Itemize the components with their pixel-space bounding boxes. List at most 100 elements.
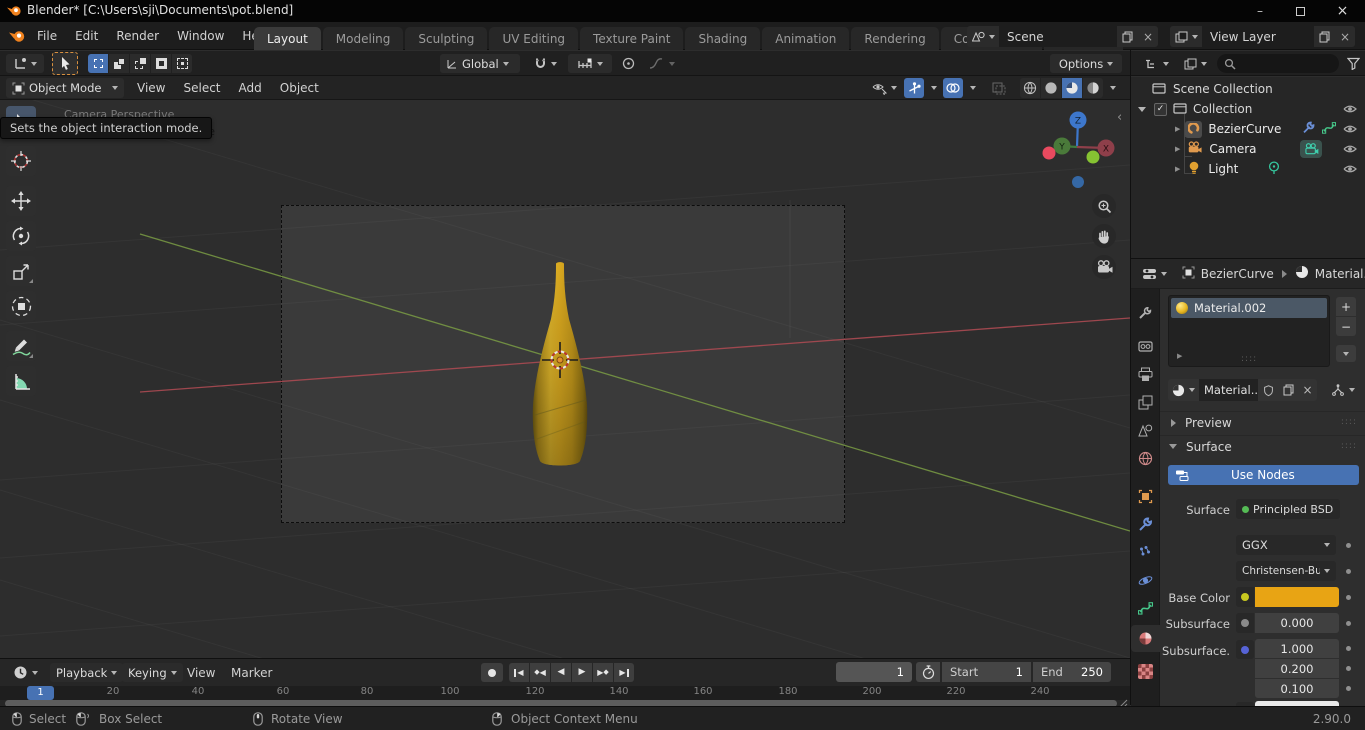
end-frame-field[interactable]: End 250 xyxy=(1033,662,1111,682)
outliner-row-camera[interactable]: ▶ Camera xyxy=(1131,139,1365,159)
slot-list-grip[interactable]: :::: xyxy=(1241,357,1257,362)
subsurface-input-socket-button[interactable] xyxy=(1236,613,1254,633)
eye-icon[interactable] xyxy=(1343,164,1357,174)
viewport-pan-button[interactable] xyxy=(1092,224,1116,248)
timeline-ruler[interactable]: 20 40 60 80 100 120 140 160 180 200 220 … xyxy=(0,686,1130,700)
viewport-menu-object[interactable]: Object xyxy=(271,76,328,100)
radius-y-field[interactable]: 0.200 xyxy=(1255,659,1339,678)
outliner-display-mode-dropdown[interactable] xyxy=(1177,54,1213,73)
use-preview-range-button[interactable] xyxy=(916,662,940,682)
area-divider[interactable] xyxy=(1130,50,1131,705)
preview-panel-header[interactable]: Preview :::: xyxy=(1160,411,1365,433)
axis-neg-y-ball[interactable] xyxy=(1087,151,1100,164)
view-layer-name-field[interactable]: View Layer xyxy=(1202,26,1314,47)
remove-material-slot-button[interactable]: − xyxy=(1336,317,1356,336)
xray-toggle[interactable] xyxy=(988,78,1010,98)
viewport-menu-view[interactable]: View xyxy=(128,76,174,100)
scene-browse-button[interactable] xyxy=(967,26,999,47)
animate-dot[interactable] xyxy=(1346,666,1351,671)
sss-method-dropdown[interactable]: Christensen-Bur... xyxy=(1236,561,1336,581)
camera-data-icon[interactable] xyxy=(1300,140,1322,158)
modifier-wrench-icon[interactable] xyxy=(1302,121,1315,137)
snap-target-dropdown[interactable] xyxy=(568,54,612,73)
snap-toggle-dropdown[interactable] xyxy=(526,54,564,73)
transform-orientation-dropdown[interactable]: Global xyxy=(440,54,520,73)
axis-neg-x-ball[interactable] xyxy=(1043,147,1056,160)
menu-file[interactable]: File xyxy=(28,22,66,50)
material-name-field[interactable]: Material... xyxy=(1199,379,1258,401)
browse-material-dropdown[interactable] xyxy=(1168,379,1199,401)
current-frame-field[interactable]: 1 xyxy=(836,662,912,682)
toolbar-scale-tool[interactable] xyxy=(6,256,36,286)
outliner-row-light[interactable]: ▶ Light xyxy=(1131,159,1365,179)
play-reverse-button[interactable]: ◀ xyxy=(551,663,571,682)
tab-uv-editing[interactable]: UV Editing xyxy=(489,27,578,50)
select-mode-subtract-button[interactable] xyxy=(130,54,150,73)
viewport-menu-add[interactable]: Add xyxy=(230,76,271,100)
tab-tool-icon[interactable] xyxy=(1138,305,1153,323)
animate-dot[interactable] xyxy=(1346,621,1351,626)
close-button[interactable]: × xyxy=(1320,0,1365,22)
animate-dot[interactable] xyxy=(1346,569,1351,574)
unlink-scene-button[interactable]: × xyxy=(1138,26,1158,47)
tab-view-layer-icon[interactable] xyxy=(1138,395,1153,413)
tab-output-icon[interactable] xyxy=(1138,367,1153,385)
timeline-editor-type-dropdown[interactable] xyxy=(6,663,44,682)
jump-to-start-button[interactable]: ◀ xyxy=(509,663,529,682)
base-color-swatch[interactable] xyxy=(1255,587,1339,607)
select-mode-invert-button[interactable] xyxy=(151,54,171,73)
select-mode-extend-button[interactable] xyxy=(109,54,129,73)
active-tool-dropdown[interactable] xyxy=(6,54,44,73)
proportional-falloff-dropdown[interactable] xyxy=(642,54,682,73)
shading-dropdown[interactable] xyxy=(1105,78,1120,98)
new-scene-button[interactable] xyxy=(1117,26,1138,47)
outliner-filter-button[interactable] xyxy=(1343,54,1363,73)
slot-list-expand-icon[interactable]: ▶ xyxy=(1177,352,1182,360)
keying-menu[interactable]: Keying xyxy=(122,663,183,682)
breadcrumb-data-label[interactable]: Material. xyxy=(1315,267,1365,281)
options-dropdown[interactable]: Options xyxy=(1050,54,1122,73)
toolbar-move-tool[interactable] xyxy=(6,186,36,216)
select-mode-intersect-button[interactable] xyxy=(172,54,192,73)
object-visibility-dropdown[interactable] xyxy=(866,78,902,98)
toolbar-cursor-tool[interactable] xyxy=(6,146,36,176)
minimize-button[interactable]: – xyxy=(1240,0,1280,22)
tab-layout[interactable]: Layout xyxy=(254,27,321,50)
eye-icon[interactable] xyxy=(1343,104,1357,114)
new-view-layer-button[interactable] xyxy=(1314,26,1335,47)
viewport-camera-view-button[interactable] xyxy=(1092,255,1116,279)
shading-rendered-button[interactable] xyxy=(1083,78,1103,98)
axis-neg-z-ball[interactable] xyxy=(1072,176,1084,188)
scene-name-field[interactable]: Scene xyxy=(999,26,1117,47)
jump-to-end-button[interactable]: ▶ xyxy=(614,663,634,682)
tab-particles-icon[interactable] xyxy=(1138,545,1153,563)
surface-panel-header[interactable]: Surface :::: xyxy=(1160,435,1365,457)
tab-animation[interactable]: Animation xyxy=(762,27,849,50)
menu-window[interactable]: Window xyxy=(168,22,233,50)
tab-rendering[interactable]: Rendering xyxy=(851,27,938,50)
radius-input-socket-button[interactable] xyxy=(1236,640,1254,659)
prev-keyframe-button[interactable]: ◆◀ xyxy=(530,663,550,682)
timeline-marker-menu[interactable]: Marker xyxy=(222,659,281,686)
animate-dot[interactable] xyxy=(1346,595,1351,600)
properties-editor-type-dropdown[interactable] xyxy=(1137,264,1172,284)
expand-arrow-icon[interactable]: ▶ xyxy=(1175,125,1180,133)
curve-data-icon[interactable] xyxy=(1322,121,1336,138)
toolbar-rotate-tool[interactable] xyxy=(6,221,36,251)
surface-shader-button[interactable]: Principled BSDF xyxy=(1236,499,1340,519)
tab-physics-icon[interactable] xyxy=(1138,573,1153,591)
select-box-tool-button[interactable] xyxy=(52,52,78,75)
toolbar-measure-tool[interactable] xyxy=(6,366,36,396)
tab-texture-paint[interactable]: Texture Paint xyxy=(580,27,683,50)
record-button[interactable] xyxy=(481,663,503,682)
animate-dot[interactable] xyxy=(1346,543,1351,548)
toolbar-annotate-tool[interactable] xyxy=(6,331,36,361)
radius-z-field[interactable]: 0.100 xyxy=(1255,679,1339,698)
overlays-dropdown[interactable] xyxy=(965,78,980,98)
animate-dot[interactable] xyxy=(1346,686,1351,691)
region-collapse-arrow[interactable]: ‹ xyxy=(1117,110,1122,125)
outliner-editor-type-dropdown[interactable] xyxy=(1139,54,1175,73)
tab-shading[interactable]: Shading xyxy=(685,27,760,50)
mode-selector-dropdown[interactable]: Object Mode xyxy=(6,78,124,98)
eye-icon[interactable] xyxy=(1343,124,1357,134)
